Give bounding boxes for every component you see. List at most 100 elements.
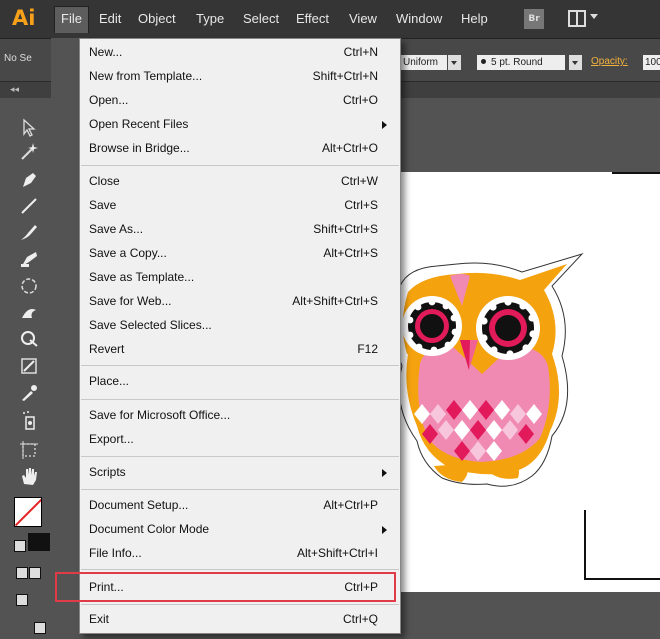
menu-select[interactable]: Select (243, 11, 279, 26)
menu-item-label: Save Selected Slices... (89, 318, 212, 332)
menu-item-label: File Info... (89, 546, 142, 560)
menu-item-close[interactable]: Close Ctrl+W (81, 170, 399, 194)
menu-effect[interactable]: Effect (296, 11, 329, 26)
chevron-down-icon[interactable] (590, 14, 598, 19)
gradient-mode-icon[interactable] (29, 567, 41, 579)
menu-item-document-setup[interactable]: Document Setup... Alt+Ctrl+P (81, 494, 399, 518)
menu-item-save-selected-slices[interactable]: Save Selected Slices... (81, 314, 399, 338)
menu-separator (81, 399, 399, 400)
file-menu-dropdown: New... Ctrl+N New from Template... Shift+C… (79, 38, 401, 634)
stroke-style-dropdown[interactable]: Uniform (399, 55, 447, 70)
menu-file[interactable]: File (54, 6, 89, 33)
menu-item-label: Revert (89, 342, 125, 356)
menu-item-label: Save as Template... (89, 270, 195, 284)
menu-window[interactable]: Window (396, 11, 442, 26)
menu-item-label: New... (89, 45, 123, 59)
stroke-style-dropdown-arrow[interactable] (448, 55, 461, 70)
menu-item-file-info[interactable]: File Info... Alt+Shift+Ctrl+I (81, 542, 399, 566)
gradient-tool-icon[interactable] (18, 356, 40, 376)
opacity-input[interactable]: 100 (643, 55, 660, 70)
menu-edit[interactable]: Edit (99, 11, 121, 26)
menu-view[interactable]: View (349, 11, 377, 26)
arrange-documents-icon[interactable] (568, 10, 586, 27)
menu-item-shortcut: Shift+Ctrl+N (312, 69, 378, 83)
fill-color-swatch[interactable] (14, 497, 42, 527)
selection-tool-icon[interactable] (18, 118, 40, 138)
menu-item-new-from-template[interactable]: New from Template... Shift+Ctrl+N (81, 65, 399, 89)
menu-item-label: Save As... (89, 222, 144, 236)
line-tool-icon[interactable] (18, 196, 40, 216)
menu-item-label: Document Setup... (89, 498, 189, 512)
menu-item-open[interactable]: Open... Ctrl+O (81, 89, 399, 113)
menu-item-label: Close (89, 174, 120, 188)
menu-separator (81, 489, 399, 490)
magic-wand-tool-icon[interactable] (18, 142, 40, 162)
brush-dropdown[interactable]: 5 pt. Round (477, 55, 565, 70)
menu-separator (81, 569, 399, 570)
menu-item-scripts[interactable]: Scripts (81, 461, 399, 485)
menu-item-label: Export... (89, 432, 134, 446)
menu-item-shortcut: F12 (357, 342, 378, 356)
menu-item-label: Save a Copy... (89, 246, 167, 260)
hand-tool-icon[interactable] (18, 466, 40, 486)
symbol-sprayer-tool-icon[interactable] (18, 410, 40, 430)
menu-item-shortcut: Ctrl+N (343, 45, 378, 59)
owl-illustration[interactable] (372, 246, 587, 501)
brush-value: 5 pt. Round (491, 57, 543, 68)
menu-item-shortcut: Ctrl+W (341, 174, 378, 188)
warp-tool-icon[interactable] (18, 302, 40, 322)
bridge-button[interactable]: Br (524, 9, 544, 29)
menu-object[interactable]: Object (138, 11, 176, 26)
menu-item-shortcut: Shift+Ctrl+S (313, 222, 378, 236)
opacity-label[interactable]: Opacity: (591, 56, 628, 67)
menu-item-place[interactable]: Place... (81, 370, 399, 394)
shape-builder-tool-icon[interactable] (18, 328, 40, 348)
menu-item-save-as-template[interactable]: Save as Template... (81, 266, 399, 290)
blob-brush-tool-icon[interactable] (18, 248, 40, 268)
menu-item-open-recent[interactable]: Open Recent Files (81, 113, 399, 137)
selection-status: No Se (4, 53, 32, 64)
brush-dropdown-arrow[interactable] (569, 55, 582, 70)
default-colors-icon[interactable] (14, 540, 26, 552)
artboard-tool-icon[interactable] (18, 440, 40, 460)
menu-item-shortcut: Alt+Shift+Ctrl+I (296, 546, 378, 560)
menu-item-new[interactable]: New... Ctrl+N (81, 41, 399, 65)
eyedropper-tool-icon[interactable] (18, 382, 40, 402)
menu-item-save-as[interactable]: Save As... Shift+Ctrl+S (81, 218, 399, 242)
artboard-edge (584, 578, 660, 580)
menu-item-label: Browse in Bridge... (89, 141, 190, 155)
menu-bar: Ai File Edit Object Type Select Effect V… (0, 0, 660, 39)
menu-type[interactable]: Type (196, 11, 224, 26)
menu-item-document-color-mode[interactable]: Document Color Mode (81, 518, 399, 542)
menu-item-save-for-web[interactable]: Save for Web... Alt+Shift+Ctrl+S (81, 290, 399, 314)
menu-item-save-a-copy[interactable]: Save a Copy... Alt+Ctrl+S (81, 242, 399, 266)
menu-item-browse-in-bridge[interactable]: Browse in Bridge... Alt+Ctrl+O (81, 137, 399, 161)
menu-item-label: Save (89, 198, 117, 212)
stroke-color-swatch[interactable] (28, 533, 50, 551)
menu-item-label: Open... (89, 93, 129, 107)
menu-item-save[interactable]: Save Ctrl+S (81, 194, 399, 218)
menu-item-shortcut: Alt+Ctrl+O (321, 141, 378, 155)
menu-item-label: Place... (89, 374, 130, 388)
menu-separator (81, 165, 399, 166)
submenu-arrow-icon (382, 121, 387, 129)
collapse-panel-icon[interactable]: ◂◂ (10, 85, 19, 95)
menu-item-exit[interactable]: Exit Ctrl+Q (81, 608, 399, 632)
menu-help[interactable]: Help (461, 11, 488, 26)
menu-item-label: Open Recent Files (89, 117, 189, 131)
submenu-arrow-icon (382, 469, 387, 477)
menu-item-label: Document Color Mode (89, 522, 210, 536)
screen-mode-icon[interactable] (34, 622, 46, 634)
menu-separator (81, 365, 399, 366)
menu-item-export[interactable]: Export... (81, 428, 399, 452)
menu-item-save-for-microsoft-office[interactable]: Save for Microsoft Office... (81, 404, 399, 428)
brush-tool-icon[interactable] (18, 222, 40, 242)
menu-item-shortcut: Ctrl+S (344, 198, 378, 212)
menu-item-shortcut: Alt+Ctrl+P (323, 498, 378, 512)
color-mode-icon[interactable] (16, 567, 28, 579)
draw-normal-icon[interactable] (16, 594, 28, 606)
menu-item-revert[interactable]: Revert F12 (81, 338, 399, 362)
rotate-tool-icon[interactable] (18, 276, 40, 296)
pen-tool-icon[interactable] (18, 170, 40, 190)
artboard-edge (612, 172, 660, 174)
